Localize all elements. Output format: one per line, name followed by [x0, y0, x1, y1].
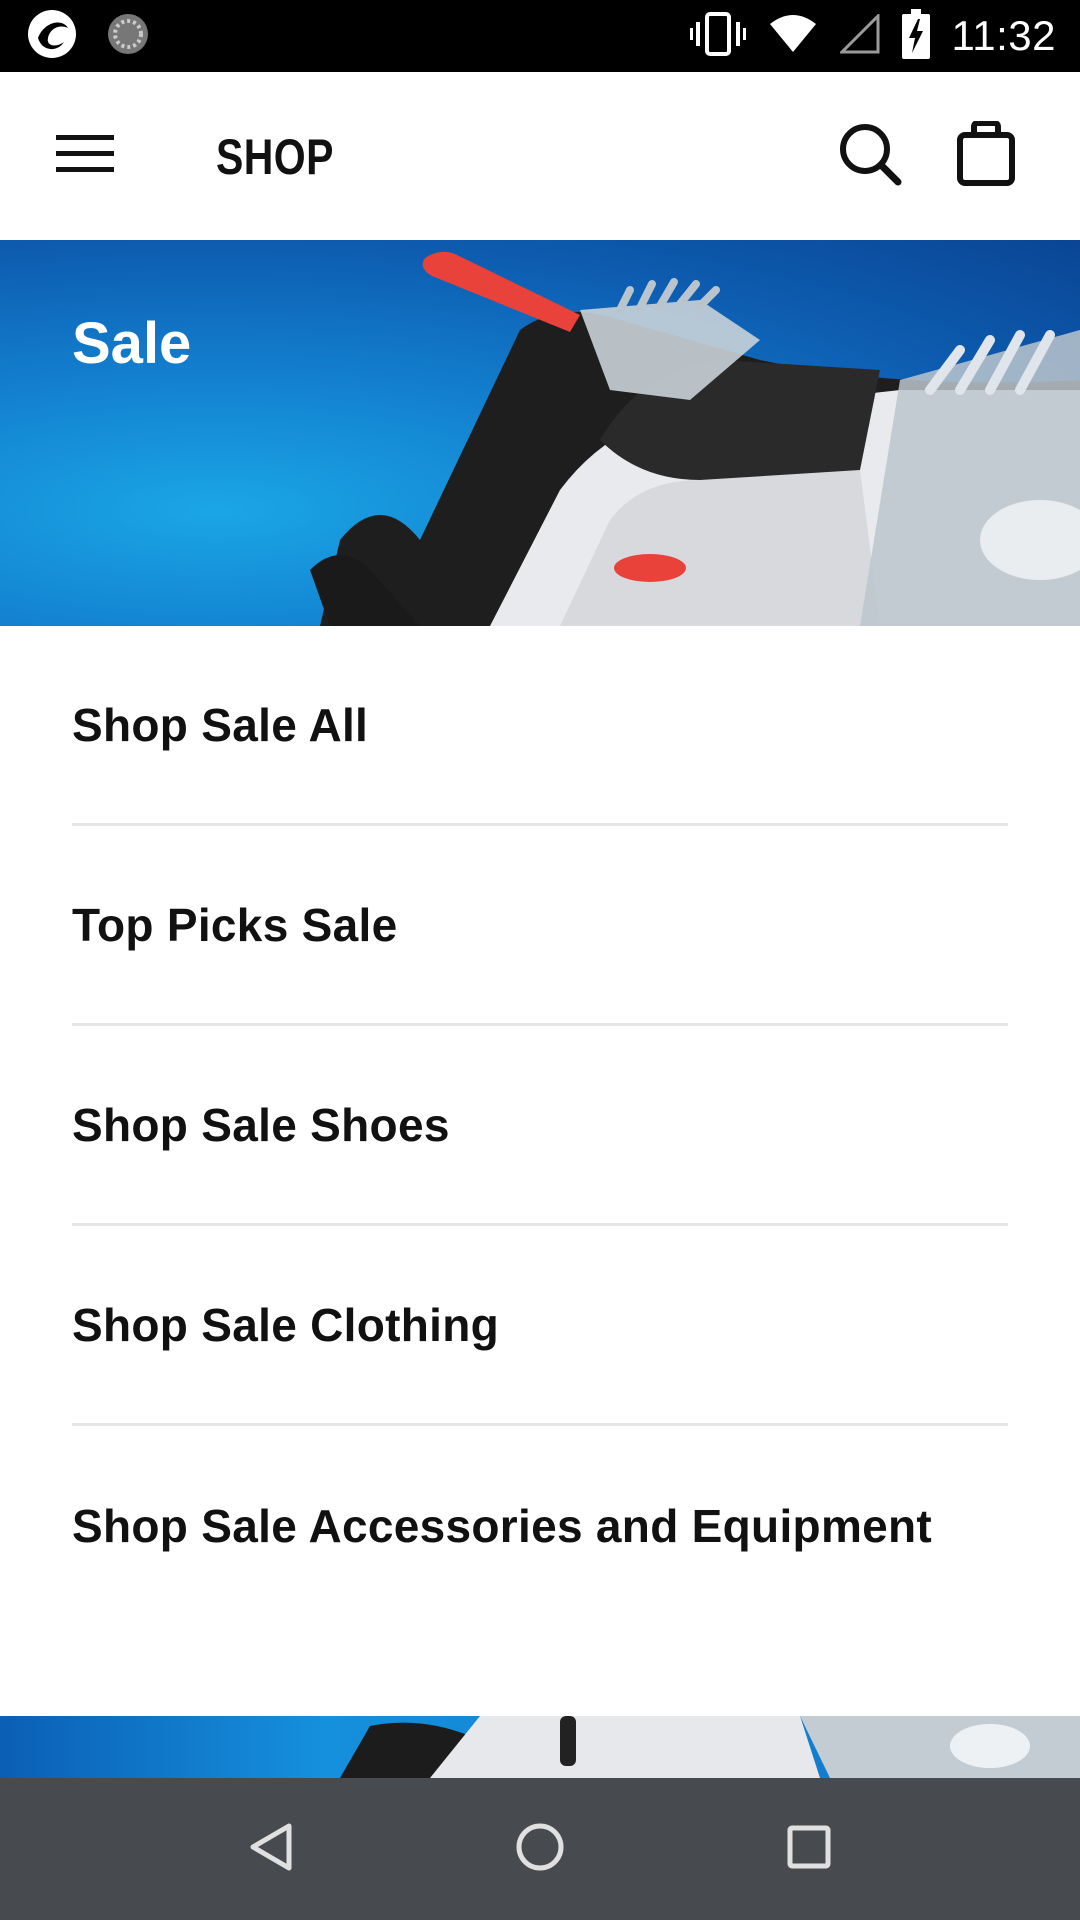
menu-item-label: Shop Sale Accessories and Equipment	[72, 1500, 933, 1552]
search-button[interactable]	[830, 116, 910, 196]
recents-button[interactable]	[764, 1804, 854, 1894]
status-left-icons	[26, 8, 150, 65]
search-icon	[838, 122, 902, 191]
menu-item-shop-sale-all[interactable]: Shop Sale All	[72, 626, 1008, 826]
menu-item-label: Top Picks Sale	[72, 898, 398, 951]
battery-charging-icon	[901, 8, 930, 64]
back-icon	[247, 1822, 295, 1877]
menu-item-label: Shop Sale All	[72, 698, 369, 751]
menu-item-label: Shop Sale Clothing	[72, 1298, 500, 1351]
menu-item-shop-sale-shoes[interactable]: Shop Sale Shoes	[72, 1026, 1008, 1226]
system-navigation-bar	[0, 1778, 1080, 1920]
hero-title: Sale	[72, 311, 192, 376]
sale-hero-banner: Sale	[0, 240, 1080, 626]
page-title: SHOP	[216, 129, 334, 185]
menu-item-top-picks-sale[interactable]: Top Picks Sale	[72, 826, 1008, 1026]
next-banner-image[interactable]	[0, 1716, 1080, 1778]
hamburger-menu-icon	[56, 133, 114, 180]
signal-icon	[837, 11, 880, 59]
hero-shoe-image	[310, 251, 1080, 626]
status-bar: 11:32	[0, 0, 1080, 72]
menu-item-shop-sale-accessories[interactable]: Shop Sale Accessories and Equipment	[72, 1426, 1008, 1626]
sync-icon	[106, 12, 150, 61]
wifi-icon	[768, 14, 818, 59]
status-right-icons: 11:32	[689, 0, 1057, 72]
vibrate-icon	[689, 10, 746, 63]
banner-shoe-image	[340, 1716, 1080, 1778]
shopping-bag-button[interactable]	[946, 116, 1026, 196]
home-button[interactable]	[495, 1804, 585, 1894]
shopping-bag-icon	[956, 119, 1016, 192]
app-notification-icon	[26, 8, 78, 65]
menu-button[interactable]	[40, 116, 130, 196]
app-bar: SHOP	[0, 72, 1080, 240]
menu-item-label: Shop Sale Shoes	[72, 1098, 450, 1151]
home-icon	[515, 1822, 565, 1877]
menu-item-shop-sale-clothing[interactable]: Shop Sale Clothing	[72, 1226, 1008, 1426]
back-button[interactable]	[226, 1804, 316, 1894]
recents-icon	[786, 1824, 832, 1875]
status-time: 11:32	[951, 12, 1056, 59]
